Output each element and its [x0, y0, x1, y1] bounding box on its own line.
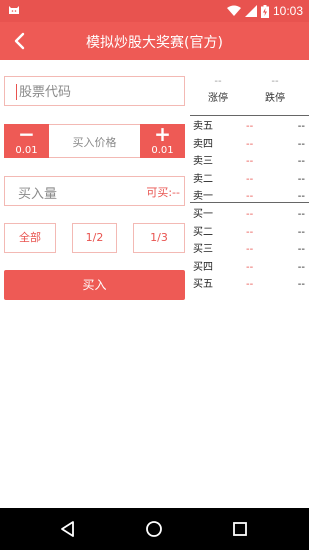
price-increase-button[interactable]: + 0.01: [140, 124, 185, 158]
limit-up-value: --: [214, 76, 222, 87]
order-row: 卖二 -- --: [190, 171, 309, 189]
buy-button[interactable]: 买入: [4, 270, 185, 300]
trade-panel: − 0.01 买入价格 + 0.01 买入量 可买:-- 全部 1/2 1/3 …: [0, 60, 309, 508]
order-level: 买二: [193, 226, 213, 238]
stock-code-input[interactable]: [19, 82, 179, 102]
notification-cat-icon: [9, 6, 19, 14]
price-decrease-button[interactable]: − 0.01: [4, 124, 49, 158]
order-price: --: [246, 138, 254, 150]
order-level: 卖五: [193, 121, 213, 132]
status-time: 10:03: [272, 4, 303, 18]
sell-orders: 卖五 -- -- 卖四 -- -- 卖三 -- -- 卖二 -- -- 卖一 -- --: [190, 118, 309, 206]
order-level: 买三: [193, 244, 213, 255]
price-stepper: − 0.01 买入价格 + 0.01: [4, 124, 185, 158]
text-caret: [16, 84, 17, 100]
limit-down: -- 跌停: [250, 76, 300, 106]
system-nav-bar: [0, 508, 309, 550]
limit-down-label: 跌停: [265, 93, 285, 104]
order-volume: --: [297, 173, 305, 185]
order-level: 买四: [193, 261, 213, 273]
quantity-all-button[interactable]: 全部: [4, 223, 56, 253]
order-level: 买一: [193, 209, 213, 220]
limit-down-value: --: [271, 76, 279, 87]
buy-orders: 买一 -- -- 买二 -- -- 买三 -- -- 买四 -- -- 买五 -- --: [190, 206, 309, 294]
limit-up: -- 涨停: [193, 76, 243, 106]
nav-home-icon[interactable]: [144, 519, 164, 539]
order-price: --: [246, 244, 254, 255]
order-row: 卖三 -- --: [190, 153, 309, 171]
order-row: 买四 -- --: [190, 259, 309, 277]
minus-icon: −: [18, 122, 35, 146]
order-volume: --: [297, 244, 305, 255]
order-volume: --: [297, 279, 305, 290]
order-price: --: [246, 261, 254, 273]
order-volume: --: [297, 121, 305, 132]
order-price: --: [246, 279, 254, 290]
stock-code-field[interactable]: [4, 76, 185, 106]
order-price: --: [246, 226, 254, 238]
order-level: 卖三: [193, 156, 213, 167]
order-row: 买二 -- --: [190, 224, 309, 242]
quantity-third-button[interactable]: 1/3: [133, 223, 185, 253]
page-title: 模拟炒股大奖赛(官方): [86, 35, 223, 51]
order-level: 卖四: [193, 138, 213, 150]
order-row: 卖四 -- --: [190, 136, 309, 154]
order-volume: --: [297, 226, 305, 238]
order-price: --: [246, 156, 254, 167]
order-volume: --: [297, 261, 305, 273]
order-price: --: [246, 209, 254, 220]
buy-quantity-placeholder: 买入量: [18, 187, 58, 202]
limit-prices: -- 涨停 -- 跌停: [190, 76, 309, 112]
app-bar: 模拟炒股大奖赛(官方): [0, 22, 309, 60]
order-price: --: [246, 173, 254, 185]
limit-up-label: 涨停: [208, 93, 228, 104]
order-volume: --: [297, 138, 305, 150]
order-row: 买一 -- --: [190, 206, 309, 224]
buy-price-field[interactable]: 买入价格: [49, 134, 140, 150]
quantity-half-button[interactable]: 1/2: [72, 223, 117, 253]
order-row: 买三 -- --: [190, 241, 309, 259]
order-book-divider-top: [190, 115, 309, 116]
battery-icon: [260, 4, 269, 18]
buy-quantity-field[interactable]: 买入量 可买:--: [4, 176, 185, 206]
order-level: 买五: [193, 279, 213, 290]
order-row: 卖五 -- --: [190, 118, 309, 136]
order-book-divider-mid: [190, 202, 309, 203]
order-volume: --: [297, 209, 305, 220]
order-price: --: [246, 121, 254, 132]
signal-icon: [244, 5, 257, 17]
price-step-minus: 0.01: [15, 145, 38, 156]
price-step-plus: 0.01: [151, 145, 174, 156]
nav-recent-icon[interactable]: [230, 519, 250, 539]
plus-icon: +: [154, 122, 171, 146]
available-quantity: 可买:--: [146, 186, 180, 199]
wifi-icon: [226, 5, 241, 16]
order-level: 卖二: [193, 173, 213, 185]
order-volume: --: [297, 156, 305, 167]
status-bar: 10:03: [0, 0, 309, 22]
order-row: 买五 -- --: [190, 276, 309, 294]
nav-back-icon[interactable]: [58, 519, 78, 539]
